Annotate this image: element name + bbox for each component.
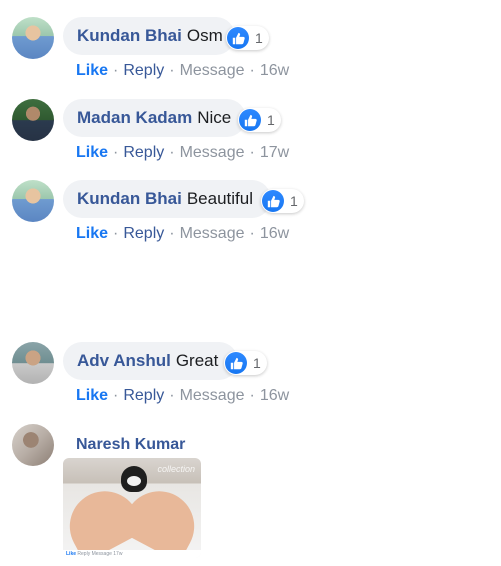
reply-link[interactable]: Reply <box>123 225 164 242</box>
separator: · <box>249 387 255 404</box>
reaction-count: 1 <box>290 193 298 209</box>
reaction-badge[interactable]: 1 <box>226 26 269 50</box>
message-link: Message <box>91 551 112 557</box>
comment-bubble: Kundan Bhai Beautiful <box>63 180 271 218</box>
gif-image[interactable]: collection Like Reply Message 17w <box>63 458 201 558</box>
timestamp: 17w <box>113 551 123 557</box>
thumbs-up-icon <box>262 190 284 212</box>
timestamp[interactable]: 17w <box>260 144 289 161</box>
reply-link[interactable]: Reply <box>123 144 164 161</box>
separator: · <box>249 225 255 242</box>
message-link[interactable]: Message <box>180 225 245 242</box>
reply-link[interactable]: Reply <box>123 387 164 404</box>
separator: · <box>113 387 119 404</box>
reply-link[interactable]: Reply <box>123 62 164 79</box>
separator: · <box>113 144 119 161</box>
comment-actions: Like · Reply · Message · 17w <box>76 144 289 162</box>
avatar[interactable] <box>12 424 54 466</box>
avatar[interactable] <box>12 17 54 59</box>
separator: · <box>113 62 119 79</box>
thumbs-up-icon <box>239 109 261 131</box>
comment-actions: Like · Reply · Message · 16w <box>76 225 289 243</box>
comment-bubble: Adv Anshul Great <box>63 342 238 380</box>
separator: · <box>249 62 255 79</box>
reaction-count: 1 <box>255 30 263 46</box>
avatar[interactable] <box>12 180 54 222</box>
comment-text: Nice <box>197 108 232 127</box>
comment-author[interactable]: Madan Kadam <box>77 108 192 128</box>
like-link[interactable]: Like <box>76 387 108 404</box>
comment-author[interactable]: Adv Anshul <box>77 351 171 371</box>
timestamp[interactable]: 16w <box>260 225 289 242</box>
reaction-badge[interactable]: 1 <box>238 108 281 132</box>
like-link[interactable]: Like <box>76 144 108 161</box>
like-link: Like <box>66 551 77 557</box>
timestamp[interactable]: 16w <box>260 387 289 404</box>
like-link[interactable]: Like <box>76 225 108 242</box>
gif-watermark: collection <box>157 464 195 474</box>
comment-bubble: Kundan Bhai Osm <box>63 17 235 55</box>
thumbs-up-icon <box>227 27 249 49</box>
message-link[interactable]: Message <box>180 144 245 161</box>
separator: · <box>113 225 119 242</box>
separator: · <box>169 144 175 161</box>
comment-author[interactable]: Kundan Bhai <box>77 26 182 46</box>
separator: · <box>169 387 175 404</box>
message-link[interactable]: Message <box>180 62 245 79</box>
message-link[interactable]: Message <box>180 387 245 404</box>
reaction-count: 1 <box>253 355 261 371</box>
avatar[interactable] <box>12 342 54 384</box>
reaction-badge[interactable]: 1 <box>224 351 267 375</box>
separator: · <box>169 225 175 242</box>
gif-action-strip: Like Reply Message 17w <box>63 550 201 558</box>
avatar[interactable] <box>12 99 54 141</box>
pet-face-graphic <box>127 476 141 486</box>
comment-actions: Like · Reply · Message · 16w <box>76 62 289 80</box>
comment-author[interactable]: Naresh Kumar <box>76 436 185 454</box>
reply-link: Reply <box>77 551 91 557</box>
comments-thread: Kundan Bhai Osm 1 Like · Reply · Message · 16w… <box>0 0 501 566</box>
comment-actions: Like · Reply · Message · 16w <box>76 387 289 405</box>
timestamp[interactable]: 16w <box>260 62 289 79</box>
separator: · <box>249 144 255 161</box>
comment-bubble: Madan Kadam Nice <box>63 99 246 137</box>
separator: · <box>169 62 175 79</box>
comment-author[interactable]: Kundan Bhai <box>77 189 182 209</box>
reaction-count: 1 <box>267 112 275 128</box>
thumbs-up-icon <box>225 352 247 374</box>
comment-text: Beautiful <box>186 189 254 208</box>
reaction-badge[interactable]: 1 <box>261 189 304 213</box>
comment-text: Great <box>175 351 219 370</box>
comment-text: Osm <box>186 26 223 45</box>
like-link[interactable]: Like <box>76 62 108 79</box>
